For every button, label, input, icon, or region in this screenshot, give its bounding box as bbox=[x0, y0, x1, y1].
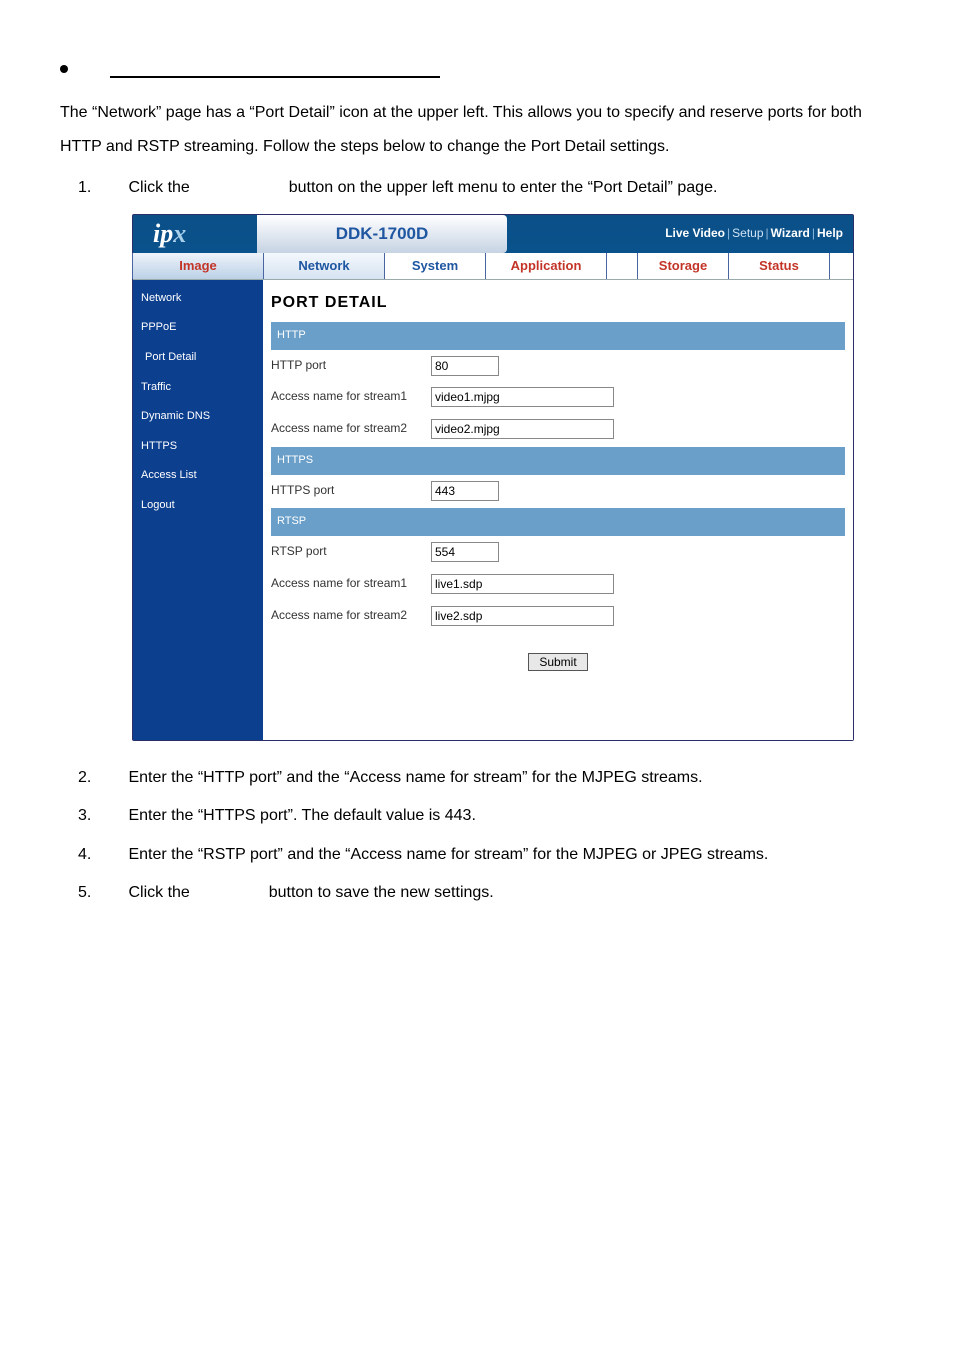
tab-network[interactable]: Network bbox=[264, 253, 385, 279]
link-setup[interactable]: Setup bbox=[732, 226, 763, 240]
step-text-before: Click the bbox=[128, 884, 194, 901]
tab-bar: Image Network System Application Storage… bbox=[133, 253, 853, 280]
sidebar-item-pppoe[interactable]: PPPoE bbox=[133, 313, 263, 343]
input-http-stream2[interactable] bbox=[431, 419, 614, 439]
section-http-header: HTTP bbox=[271, 322, 845, 350]
step-number: 4. bbox=[78, 838, 124, 872]
bullet-heading bbox=[60, 60, 954, 78]
input-https-port[interactable] bbox=[431, 481, 499, 501]
bullet-icon bbox=[60, 65, 68, 73]
input-http-stream1[interactable] bbox=[431, 387, 614, 407]
label-https-port: HTTPS port bbox=[271, 478, 431, 504]
top-links: Live Video|Setup|Wizard|Help bbox=[507, 221, 853, 247]
label-http-stream1: Access name for stream1 bbox=[271, 384, 431, 410]
screenshot-port-detail: ipx DDK-1700D Live Video|Setup|Wizard|He… bbox=[132, 214, 854, 741]
label-rtsp-stream2: Access name for stream2 bbox=[271, 603, 431, 629]
input-rtsp-stream1[interactable] bbox=[431, 574, 614, 594]
link-help[interactable]: Help bbox=[817, 226, 843, 240]
sidebar-item-https[interactable]: HTTPS bbox=[133, 432, 263, 462]
model-label: DDK-1700D bbox=[257, 215, 507, 253]
tab-image[interactable]: Image bbox=[132, 253, 264, 279]
sidebar-item-network[interactable]: Network bbox=[133, 284, 263, 314]
step-number: 1. bbox=[78, 171, 124, 205]
label-rtsp-stream1: Access name for stream1 bbox=[271, 571, 431, 597]
sidebar-item-logout[interactable]: Logout bbox=[133, 491, 263, 521]
input-http-port[interactable] bbox=[431, 356, 499, 376]
sidebar-item-dynamic-dns[interactable]: Dynamic DNS bbox=[133, 402, 263, 432]
section-rtsp-header: RTSP bbox=[271, 508, 845, 536]
step-5: 5. Click the button to save the new sett… bbox=[78, 876, 894, 910]
tab-system[interactable]: System bbox=[385, 253, 486, 279]
tab-status[interactable]: Status bbox=[729, 253, 830, 279]
heading-underline bbox=[110, 60, 440, 78]
step-1: 1. Click the button on the upper left me… bbox=[78, 171, 894, 741]
sidebar-item-traffic[interactable]: Traffic bbox=[133, 373, 263, 403]
label-rtsp-port: RTSP port bbox=[271, 539, 431, 565]
input-rtsp-stream2[interactable] bbox=[431, 606, 614, 626]
step-text: Enter the “HTTPS port”. The default valu… bbox=[128, 799, 848, 833]
step-text: Enter the “HTTP port” and the “Access na… bbox=[128, 761, 848, 795]
step-text: Enter the “RSTP port” and the “Access na… bbox=[128, 838, 848, 872]
step-text-after: button to save the new settings. bbox=[269, 884, 494, 901]
label-http-stream2: Access name for stream2 bbox=[271, 416, 431, 442]
step-text-before: Click the bbox=[128, 179, 194, 196]
tab-storage[interactable]: Storage bbox=[637, 253, 729, 279]
input-rtsp-port[interactable] bbox=[431, 542, 499, 562]
step-text-after: button on the upper left menu to enter t… bbox=[289, 179, 718, 196]
link-live-video[interactable]: Live Video bbox=[665, 226, 725, 240]
page-title: PORT DETAIL bbox=[271, 286, 845, 320]
main-panel: PORT DETAIL HTTP HTTP port Access name f… bbox=[263, 280, 853, 740]
submit-button[interactable]: Submit bbox=[528, 653, 587, 671]
sidebar: Network PPPoE Port Detail Traffic Dynami… bbox=[133, 280, 263, 740]
step-number: 2. bbox=[78, 761, 124, 795]
label-http-port: HTTP port bbox=[271, 353, 431, 379]
sidebar-item-access-list[interactable]: Access List bbox=[133, 461, 263, 491]
link-wizard[interactable]: Wizard bbox=[771, 226, 810, 240]
tab-application[interactable]: Application bbox=[486, 253, 607, 279]
intro-paragraph: The “Network” page has a “Port Detail” i… bbox=[60, 96, 894, 163]
step-number: 5. bbox=[78, 876, 124, 910]
step-number: 3. bbox=[78, 799, 124, 833]
section-https-header: HTTPS bbox=[271, 447, 845, 475]
step-3: 3. Enter the “HTTPS port”. The default v… bbox=[78, 799, 894, 833]
screenshot-header-bar: ipx DDK-1700D Live Video|Setup|Wizard|He… bbox=[133, 215, 853, 253]
step-2: 2. Enter the “HTTP port” and the “Access… bbox=[78, 761, 894, 795]
sidebar-item-port-detail[interactable]: Port Detail bbox=[133, 343, 263, 373]
step-4: 4. Enter the “RSTP port” and the “Access… bbox=[78, 838, 894, 872]
